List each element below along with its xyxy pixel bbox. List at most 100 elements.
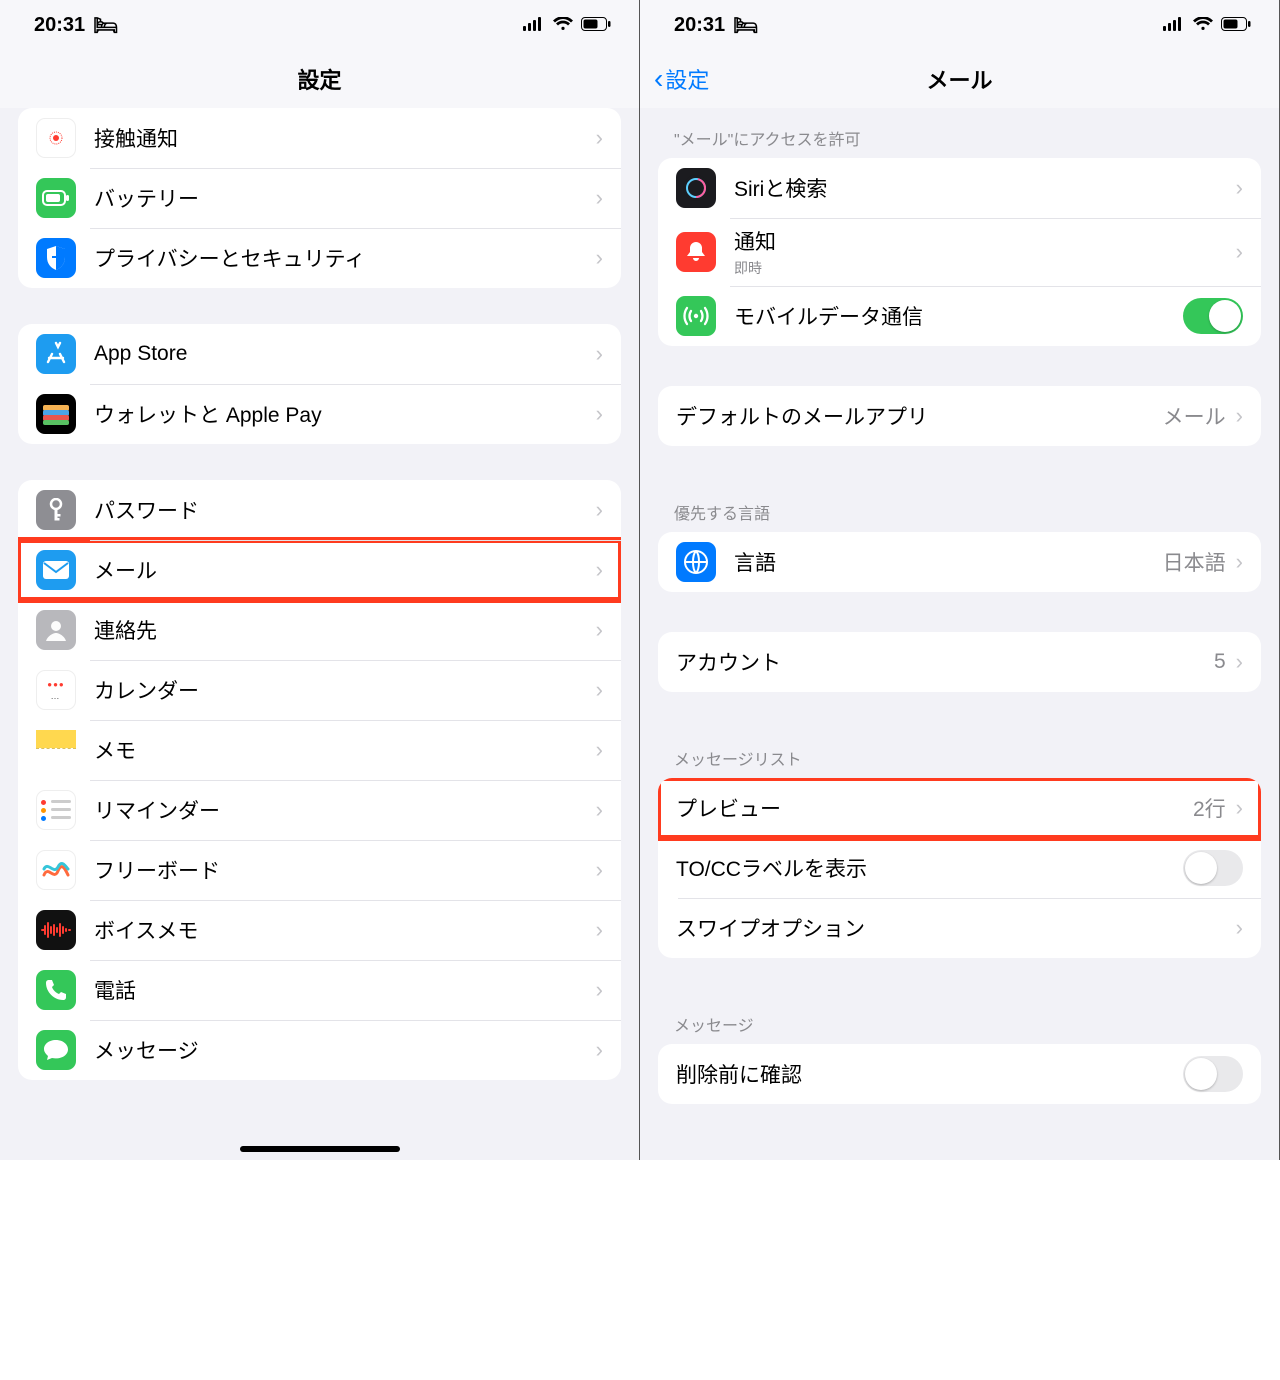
settings-row--[interactable]: デフォルトのメールアプリメール› <box>658 386 1261 446</box>
notif-icon <box>676 232 716 272</box>
status-time: 20:31 <box>34 14 85 37</box>
row-label: ボイスメモ <box>94 915 596 945</box>
row-label: プレビュー <box>676 793 1193 823</box>
chevron-right-icon: › <box>596 857 603 883</box>
settings-row-mail[interactable]: メール› <box>18 540 621 600</box>
settings-row--[interactable]: 削除前に確認 <box>658 1044 1261 1104</box>
row-label: プライバシーとセキュリティ <box>94 243 596 273</box>
settings-row-lang[interactable]: 言語日本語 › <box>658 532 1261 592</box>
row-value: 日本語 <box>1163 547 1226 577</box>
toggle-switch[interactable] <box>1183 1056 1243 1092</box>
row-label: カレンダー <box>94 675 596 705</box>
row-label: ウォレットと Apple Pay <box>94 399 596 429</box>
chevron-right-icon: › <box>1236 795 1243 821</box>
back-label: 設定 <box>665 63 709 95</box>
appstore-icon <box>36 334 76 374</box>
row-label: 接触通知 <box>94 123 596 153</box>
row-label: メッセージ <box>94 1035 596 1065</box>
settings-row-notes[interactable]: メモ› <box>18 720 621 780</box>
voicememos-icon <box>36 910 76 950</box>
settings-pane: 20:31 🛏︎ 設定 接触通知›バッテリー›プライバシーとセキュリティ›App… <box>0 0 640 1160</box>
row-label: 言語 <box>734 547 1163 577</box>
row-label: App Store <box>94 342 596 366</box>
chevron-right-icon: › <box>596 401 603 427</box>
settings-group: 言語日本語 › <box>658 532 1261 592</box>
freeform-icon <box>36 850 76 890</box>
settings-group: Siriと検索›通知即時›モバイルデータ通信 <box>658 158 1261 346</box>
mail-settings-list[interactable]: "メール"にアクセスを許可Siriと検索›通知即時›モバイルデータ通信デフォルト… <box>640 108 1279 1160</box>
row-value: 2行 <box>1193 793 1226 823</box>
settings-row-to-cc-[interactable]: TO/CCラベルを表示 <box>658 838 1261 898</box>
settings-list[interactable]: 接触通知›バッテリー›プライバシーとセキュリティ›App Store›ウォレット… <box>0 108 639 1160</box>
exposure-icon <box>36 118 76 158</box>
settings-row-calendar[interactable]: ●●●… カレンダー› <box>18 660 621 720</box>
row-label: フリーボード <box>94 855 596 885</box>
settings-group: 接触通知›バッテリー›プライバシーとセキュリティ› <box>18 108 621 288</box>
settings-row-battery[interactable]: バッテリー› <box>18 168 621 228</box>
chevron-right-icon: › <box>596 557 603 583</box>
chevron-right-icon: › <box>596 797 603 823</box>
settings-row-freeform[interactable]: フリーボード› <box>18 840 621 900</box>
settings-row-exposure[interactable]: 接触通知› <box>18 108 621 168</box>
settings-row-passwords[interactable]: パスワード› <box>18 480 621 540</box>
mail-settings-pane: 20:31 🛏︎ ‹ 設定 メール "メール"にアクセスを許可Siriと検索›通… <box>640 0 1280 1160</box>
bed-icon: 🛏︎ <box>733 13 758 38</box>
chevron-right-icon: › <box>596 125 603 151</box>
settings-row-phone[interactable]: 電話› <box>18 960 621 1020</box>
row-label: デフォルトのメールアプリ <box>676 401 1163 431</box>
chevron-right-icon: › <box>596 497 603 523</box>
home-indicator[interactable] <box>240 1146 400 1152</box>
back-button[interactable]: ‹ 設定 <box>654 63 709 95</box>
row-label: アカウント <box>676 647 1214 677</box>
chevron-right-icon: › <box>596 737 603 763</box>
chevron-right-icon: › <box>1236 915 1243 941</box>
row-label: 削除前に確認 <box>676 1059 1183 1089</box>
nav-title: メール <box>926 63 992 95</box>
section-header: "メール"にアクセスを許可 <box>640 108 1279 158</box>
row-value: メール <box>1163 401 1226 431</box>
settings-row-reminders[interactable]: リマインダー› <box>18 780 621 840</box>
row-sublabel: 即時 <box>734 258 1236 278</box>
toggle-switch[interactable] <box>1183 298 1243 334</box>
status-time: 20:31 <box>674 14 725 37</box>
chevron-right-icon: › <box>1236 649 1243 675</box>
settings-row-siri[interactable]: Siriと検索› <box>658 158 1261 218</box>
row-value: 5 <box>1214 650 1226 674</box>
section-header: 優先する言語 <box>640 482 1279 532</box>
settings-row-appstore[interactable]: App Store› <box>18 324 621 384</box>
settings-row--[interactable]: アカウント5 › <box>658 632 1261 692</box>
chevron-right-icon: › <box>596 245 603 271</box>
row-label: スワイプオプション <box>676 913 1236 943</box>
chevron-right-icon: › <box>596 677 603 703</box>
nav-title: 設定 <box>297 63 341 95</box>
settings-row-cellular[interactable]: モバイルデータ通信 <box>658 286 1261 346</box>
settings-group: アカウント5 › <box>658 632 1261 692</box>
settings-group: App Store›ウォレットと Apple Pay› <box>18 324 621 444</box>
contacts-icon <box>36 610 76 650</box>
status-bar: 20:31 🛏︎ <box>0 0 639 50</box>
calendar-icon: ●●●… <box>36 670 76 710</box>
row-label: バッテリー <box>94 183 596 213</box>
settings-row--[interactable]: スワイプオプション› <box>658 898 1261 958</box>
status-bar: 20:31 🛏︎ <box>640 0 1279 50</box>
row-label: メール <box>94 555 596 585</box>
settings-row-privacy[interactable]: プライバシーとセキュリティ› <box>18 228 621 288</box>
chevron-right-icon: › <box>1236 549 1243 575</box>
settings-group: デフォルトのメールアプリメール› <box>658 386 1261 446</box>
wifi-icon <box>1193 14 1213 37</box>
section-header: メッセージ <box>640 994 1279 1044</box>
messages-icon <box>36 1030 76 1070</box>
chevron-right-icon: › <box>596 1037 603 1063</box>
toggle-switch[interactable] <box>1183 850 1243 886</box>
mail-icon <box>36 550 76 590</box>
settings-row-messages[interactable]: メッセージ› <box>18 1020 621 1080</box>
settings-row-wallet[interactable]: ウォレットと Apple Pay› <box>18 384 621 444</box>
section-header: メッセージリスト <box>640 728 1279 778</box>
settings-row-voicememos[interactable]: ボイスメモ› <box>18 900 621 960</box>
chevron-right-icon: › <box>596 341 603 367</box>
settings-row-notif[interactable]: 通知即時› <box>658 218 1261 286</box>
settings-row-contacts[interactable]: 連絡先› <box>18 600 621 660</box>
row-label: 電話 <box>94 975 596 1005</box>
settings-row--[interactable]: プレビュー2行 › <box>658 778 1261 838</box>
battery-icon <box>581 14 611 37</box>
